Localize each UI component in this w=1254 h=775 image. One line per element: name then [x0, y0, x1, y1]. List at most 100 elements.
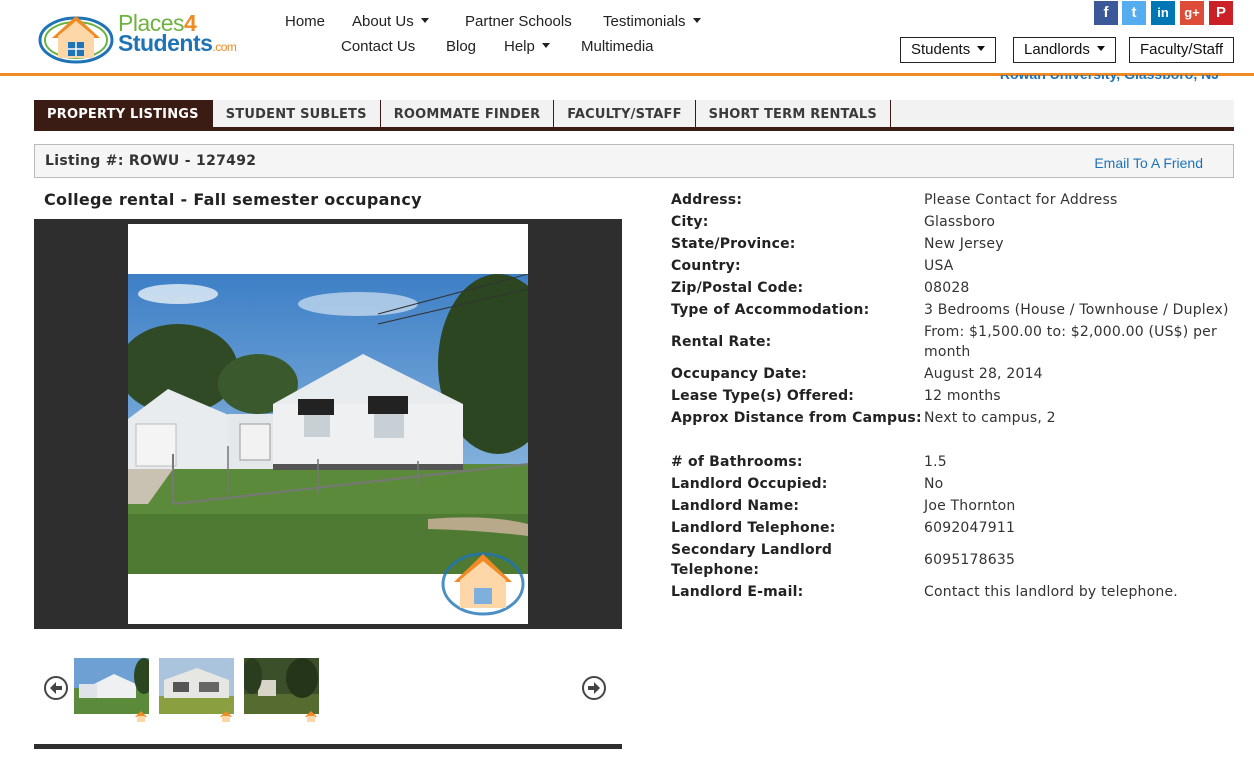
thumbnail-logo-icon	[135, 711, 147, 722]
detail-value: Next to campus, 2	[924, 410, 1056, 426]
detail-label: City:	[671, 214, 709, 230]
detail-row-distance: Approx Distance from Campus: Next to camp…	[671, 408, 1241, 428]
nav-testimonials[interactable]: Testimonials	[603, 13, 701, 30]
nav-partner-schools[interactable]: Partner Schools	[465, 13, 572, 30]
detail-label: Landlord Occupied:	[671, 476, 828, 492]
detail-label: Approx Distance from Campus:	[671, 410, 922, 426]
email-to-friend-link[interactable]: Email To A Friend	[1094, 155, 1203, 171]
detail-label: Occupancy Date:	[671, 366, 808, 382]
house-photo[interactable]	[128, 274, 528, 574]
tab-roommate-finder[interactable]: ROOMMATE FINDER	[381, 100, 555, 127]
detail-spacer	[671, 430, 1241, 452]
detail-value: 1.5	[924, 454, 947, 470]
nav-testimonials-label: Testimonials	[603, 13, 686, 30]
nav-multimedia[interactable]: Multimedia	[581, 38, 654, 55]
detail-value: Please Contact for Address	[924, 192, 1118, 208]
viewer-bottom-rule	[34, 744, 622, 749]
logo-text-students: Students.com	[118, 30, 237, 56]
tab-short-term-rentals[interactable]: SHORT TERM RENTALS	[696, 100, 891, 127]
chevron-down-icon	[977, 46, 986, 51]
watermark-logo-icon	[441, 552, 525, 616]
detail-value: 08028	[924, 280, 970, 296]
detail-value: 6092047911	[924, 520, 1016, 536]
chevron-down-icon	[541, 43, 550, 48]
nav-contact-us[interactable]: Contact Us	[341, 38, 415, 55]
arrow-left-icon[interactable]	[44, 676, 68, 700]
thumbnail-image-1	[74, 658, 154, 714]
detail-label: Landlord Name:	[671, 498, 800, 514]
listing-id-bar: Listing #: ROWU - 127492 Email To A Frie…	[34, 144, 1234, 178]
detail-label: # of Bathrooms:	[671, 454, 803, 470]
chevron-down-icon	[1096, 46, 1105, 51]
nav-blog[interactable]: Blog	[446, 38, 476, 55]
twitter-icon[interactable]: t	[1122, 1, 1146, 25]
faculty-staff-button[interactable]: Faculty/Staff	[1129, 37, 1235, 63]
detail-row-address: Address: Please Contact for Address	[671, 190, 1241, 210]
detail-value: New Jersey	[924, 236, 1004, 252]
detail-label: Secondary Landlord Telephone:	[671, 542, 833, 578]
detail-row-landlord-occupied: Landlord Occupied: No	[671, 474, 1241, 494]
listing-tabs: PROPERTY LISTINGS STUDENT SUBLETS ROOMMA…	[34, 100, 1234, 131]
thumbnail-strip	[34, 650, 622, 730]
detail-row-bathrooms: # of Bathrooms: 1.5	[671, 452, 1241, 472]
tab-student-sublets[interactable]: STUDENT SUBLETS	[213, 100, 381, 127]
detail-row-lease-type: Lease Type(s) Offered: 12 months	[671, 386, 1241, 406]
house-logo-icon	[38, 16, 114, 64]
detail-row-landlord-phone: Landlord Telephone: 6092047911	[671, 518, 1241, 538]
thumbnail-1[interactable]	[74, 658, 154, 722]
detail-value: Contact this landlord by telephone.	[924, 584, 1178, 600]
thumbnail-2[interactable]	[159, 658, 234, 722]
pinterest-icon[interactable]: P	[1209, 1, 1233, 25]
detail-row-accommodation: Type of Accommodation: 3 Bedrooms (House …	[671, 300, 1241, 320]
listing-number: Listing #: ROWU - 127492	[45, 153, 257, 169]
detail-label: Type of Accommodation:	[671, 302, 870, 318]
nav-home[interactable]: Home	[285, 13, 325, 30]
site-logo[interactable]: Places4 Students.com	[38, 6, 258, 66]
detail-label: Lease Type(s) Offered:	[671, 388, 855, 404]
main-photo-frame	[128, 224, 528, 624]
nav-about-us-label: About Us	[352, 13, 414, 30]
googleplus-icon[interactable]: g+	[1180, 1, 1204, 25]
detail-label: Address:	[671, 192, 743, 208]
students-dropdown-button[interactable]: Students	[900, 37, 997, 63]
landlords-dropdown-button[interactable]: Landlords	[1013, 37, 1116, 63]
detail-row-zip: Zip/Postal Code: 08028	[671, 278, 1241, 298]
linkedin-icon[interactable]: in	[1151, 1, 1175, 25]
detail-label: Landlord Telephone:	[671, 520, 836, 536]
detail-row-city: City: Glassboro	[671, 212, 1241, 232]
facebook-icon[interactable]: f	[1094, 1, 1118, 25]
detail-value: August 28, 2014	[924, 366, 1043, 382]
photo-viewer	[34, 219, 622, 629]
tab-faculty-staff[interactable]: FACULTY/STAFF	[554, 100, 696, 127]
detail-row-secondary-phone: Secondary Landlord Telephone: 6095178635	[671, 540, 1241, 580]
detail-value: 6095178635	[924, 552, 1016, 568]
detail-value: From: $1,500.00 to: $2,000.00 (US$) per …	[924, 324, 1217, 360]
students-button-label: Students	[911, 41, 971, 58]
detail-row-occupancy-date: Occupancy Date: August 28, 2014	[671, 364, 1241, 384]
detail-label: Zip/Postal Code:	[671, 280, 804, 296]
nav-help-label: Help	[504, 38, 535, 55]
detail-value: Glassboro	[924, 214, 996, 230]
detail-value: No	[924, 476, 944, 492]
listing-details: Address: Please Contact for Address City:…	[671, 190, 1241, 604]
tab-property-listings[interactable]: PROPERTY LISTINGS	[34, 100, 213, 127]
thumbnail-image-3	[242, 658, 319, 714]
detail-label: Rental Rate:	[671, 334, 772, 350]
detail-row-rental-rate: Rental Rate: From: $1,500.00 to: $2,000.0…	[671, 322, 1241, 362]
nav-help[interactable]: Help	[504, 38, 550, 55]
detail-row-landlord-name: Landlord Name: Joe Thornton	[671, 496, 1241, 516]
detail-row-state: State/Province: New Jersey	[671, 234, 1241, 254]
chevron-down-icon	[692, 18, 701, 23]
site-header: Places4 Students.com Home About Us Partn…	[0, 0, 1254, 76]
detail-value: 3 Bedrooms (House / Townhouse / Duplex)	[924, 302, 1229, 318]
chevron-down-icon	[420, 18, 429, 23]
thumbnail-logo-icon	[220, 711, 232, 722]
landlords-button-label: Landlords	[1024, 41, 1090, 58]
nav-about-us[interactable]: About Us	[352, 13, 429, 30]
detail-label: State/Province:	[671, 236, 796, 252]
detail-label: Landlord E-mail:	[671, 584, 804, 600]
thumbnail-3[interactable]	[242, 658, 319, 722]
arrow-right-icon[interactable]	[582, 676, 606, 700]
detail-value: Joe Thornton	[924, 498, 1016, 514]
detail-row-country: Country: USA	[671, 256, 1241, 276]
